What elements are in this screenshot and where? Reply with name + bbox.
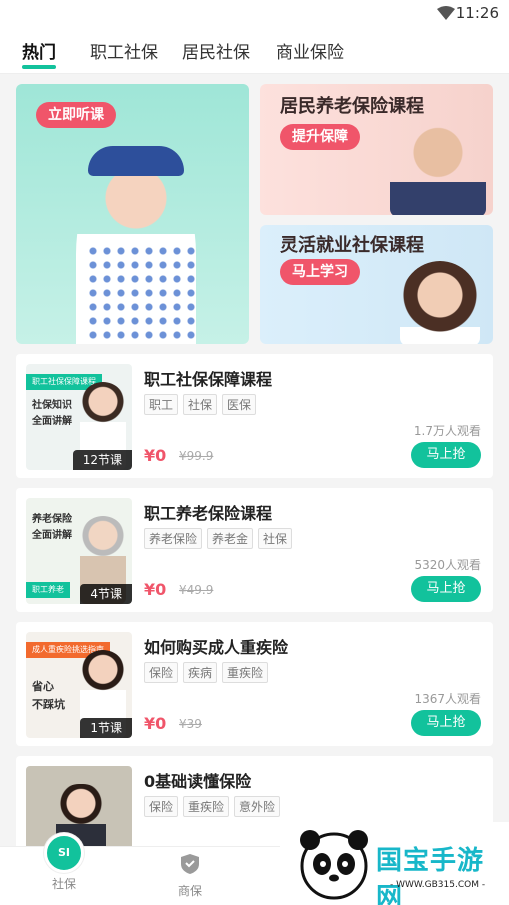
course-title: 职工社保保障课程: [144, 370, 273, 389]
course-card[interactable]: 职工社保保障课程 社保知识 全面讲解 12节课 职工社保保障课程 职工 社保 医…: [16, 354, 493, 478]
view-count: 1367人观看: [414, 692, 481, 706]
wifi-icon: [437, 6, 455, 20]
banner-left[interactable]: 立即听课: [16, 84, 249, 344]
course-tag: 重疾险: [222, 662, 269, 683]
course-tag: 社保: [258, 528, 293, 549]
course-thumbnail: 成人重疾险挑选指南 省心 不踩坑 1节课: [26, 632, 132, 738]
course-tag: 疾病: [183, 662, 218, 683]
view-count: 5320人观看: [414, 558, 481, 572]
lesson-count: 4节课: [80, 584, 132, 604]
banner-right-top-person-image: [390, 122, 486, 215]
course-tag: 养老保险: [144, 528, 203, 549]
shield-si-icon: SI: [44, 833, 84, 873]
thumb-line: 社保知识: [32, 400, 72, 411]
thumb-tag: 职工养老: [26, 582, 70, 598]
course-thumbnail: 职工社保保障课程 社保知识 全面讲解 12节课: [26, 364, 132, 470]
thumb-line: 不踩坑: [32, 698, 65, 711]
course-tag: 保险: [144, 796, 179, 817]
category-tabs: 热门 职工社保 居民社保 商业保险: [0, 28, 509, 74]
banner-left-button[interactable]: 立即听课: [36, 102, 116, 128]
course-tags: 保险 疾病 重疾险: [144, 662, 269, 683]
course-tags: 保险 重疾险 意外险: [144, 796, 281, 817]
original-price: ¥49.9: [179, 583, 214, 597]
course-title: 0基础读懂保险: [144, 772, 252, 791]
course-tags: 职工 社保 医保: [144, 394, 257, 415]
nav-label: 社保: [51, 877, 76, 891]
lesson-count: 12节课: [72, 450, 132, 470]
banner-right-bottom-person-image: [400, 261, 480, 344]
grab-button[interactable]: 马上抢: [411, 442, 481, 468]
course-title: 如何购买成人重疾险: [144, 638, 289, 657]
course-card[interactable]: 成人重疾险挑选指南 省心 不踩坑 1节课 如何购买成人重疾险 保险 疾病 重疾险…: [16, 622, 493, 746]
course-tag: 职工: [144, 394, 179, 415]
watermark-url: - WWW.GB315.COM -: [390, 880, 486, 890]
banner-right-bottom-button[interactable]: 马上学习: [280, 259, 360, 285]
course-thumbnail: 养老保险 全面讲解 职工养老 4节课: [26, 498, 132, 604]
grab-button[interactable]: 马上抢: [411, 576, 481, 602]
course-price: ¥0: [144, 580, 167, 599]
course-tag: 医保: [222, 394, 257, 415]
banner-left-dress-pattern: [86, 244, 196, 344]
course-title: 职工养老保险课程: [144, 504, 273, 523]
course-tag: 保险: [144, 662, 179, 683]
course-tag: 重疾险: [183, 796, 230, 817]
banner-resident-pension[interactable]: 居民养老保险课程 提升保障: [260, 84, 493, 215]
watermark: 国宝手游网 - WWW.GB315.COM -: [280, 822, 509, 905]
lesson-count: 1节课: [80, 718, 132, 738]
watermark-text: 国宝手游网: [376, 846, 485, 905]
banner-flexible-employment[interactable]: 灵活就业社保课程 马上学习: [260, 225, 493, 344]
thumb-line: 全面讲解: [32, 416, 72, 427]
course-tags: 养老保险 养老金 社保: [144, 528, 293, 549]
course-price: ¥0: [144, 714, 167, 733]
thumb-line: 全面讲解: [32, 530, 72, 541]
original-price: ¥39: [179, 717, 202, 731]
tab-hot[interactable]: 热门: [22, 38, 56, 63]
course-tag: 养老金: [207, 528, 254, 549]
thumb-line: 养老保险: [32, 514, 72, 525]
nav-item-commercial[interactable]: 商保: [160, 853, 220, 899]
status-bar: 11:26: [0, 0, 509, 28]
original-price: ¥99.9: [179, 449, 214, 463]
banner-left-scarf-decoration: [88, 146, 184, 176]
view-count: 1.7万人观看: [413, 424, 481, 438]
banner-right-bottom-title: 灵活就业社保课程: [280, 235, 424, 256]
nav-label: 商保: [177, 884, 202, 898]
course-tag: 意外险: [234, 796, 281, 817]
thumb-line: 省心: [32, 680, 54, 693]
tab-employee-social[interactable]: 职工社保: [90, 38, 158, 63]
course-card[interactable]: 养老保险 全面讲解 职工养老 4节课 职工养老保险课程 养老保险 养老金 社保 …: [16, 488, 493, 612]
status-time: 11:26: [455, 4, 499, 22]
shield-check-icon: [181, 854, 199, 874]
banner-right-top-button[interactable]: 提升保障: [280, 124, 360, 150]
panda-logo-icon: [300, 830, 368, 900]
active-tab-indicator: [22, 65, 56, 69]
tab-commercial-insurance[interactable]: 商业保险: [276, 38, 344, 63]
tab-resident-social[interactable]: 居民社保: [182, 38, 250, 63]
banner-right-top-title: 居民养老保险课程: [280, 96, 424, 117]
course-tag: 社保: [183, 394, 218, 415]
course-price: ¥0: [144, 446, 167, 465]
nav-item-social-security[interactable]: SI 社保: [34, 833, 94, 892]
grab-button[interactable]: 马上抢: [411, 710, 481, 736]
